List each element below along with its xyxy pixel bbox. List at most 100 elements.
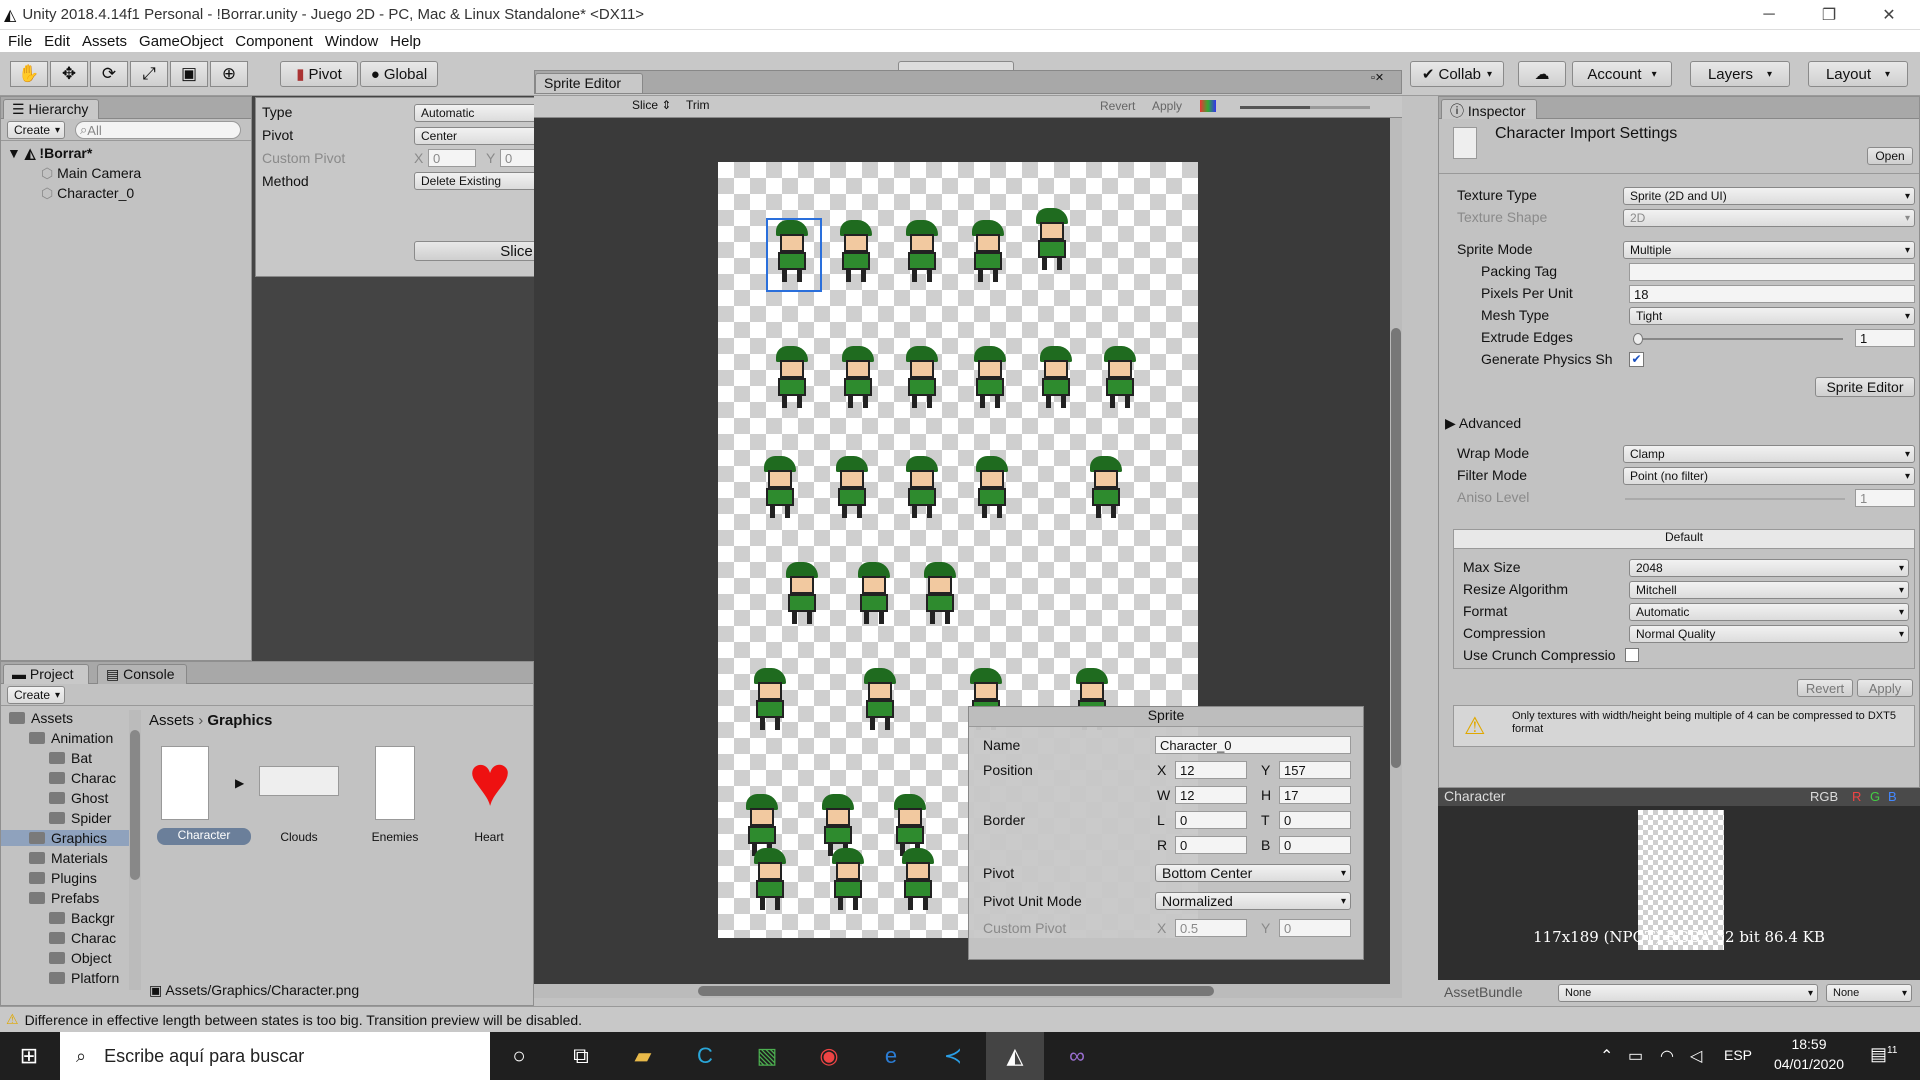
vscode-icon[interactable]: ≺ [924,1032,982,1080]
sprite-name-field[interactable]: Character_0 [1155,736,1351,754]
battery-icon[interactable]: ▭ [1628,1046,1643,1066]
sprite-pivot-dropdown[interactable]: Bottom Center [1155,864,1351,882]
character-sprite[interactable] [740,794,784,856]
vertical-scrollbar[interactable] [1390,118,1402,984]
horizontal-scrollbar[interactable] [534,984,1402,998]
windows-start-icon[interactable]: ⊞ [0,1032,58,1080]
platform-default-tab[interactable]: Default [1453,529,1915,549]
apply-button[interactable]: Apply [1152,99,1182,113]
asset-thumb-character[interactable] [161,746,209,820]
character-sprite[interactable] [1030,208,1074,270]
notification-icon[interactable]: ▤11 [1870,1044,1897,1065]
menu-edit[interactable]: Edit [44,33,70,50]
menu-help[interactable]: Help [390,33,421,50]
pivot-toggle[interactable]: ▮ Pivot [280,61,358,87]
texture-shape-dropdown[interactable]: 2D [1623,209,1915,227]
collab-button[interactable]: ✔ Collab ▾ [1410,61,1504,87]
menu-gameobject[interactable]: GameObject [139,33,223,50]
max-size-dropdown[interactable]: 2048 [1629,559,1909,577]
variant-dropdown[interactable]: None [1826,984,1912,1002]
task-view-icon[interactable]: ⧉ [552,1032,610,1080]
window-controls-icon[interactable]: ▫✕ [1371,71,1384,84]
format-dropdown[interactable]: Automatic [1629,603,1909,621]
character-sprite[interactable] [758,456,802,518]
menu-assets[interactable]: Assets [82,33,127,50]
project-tree-item[interactable]: Spider [49,810,111,826]
position-x-field[interactable]: 12 [1175,761,1247,779]
character-sprite[interactable] [900,220,944,282]
volume-icon[interactable]: ◁ [1690,1046,1702,1066]
channel-rgb[interactable]: RGB [1810,789,1838,804]
project-tree-item[interactable]: Charac [49,770,116,786]
hierarchy-search-input[interactable]: ⌕ All [75,121,241,139]
character-sprite[interactable] [836,346,880,408]
tab-sprite-editor[interactable]: Sprite Editor [535,73,643,93]
edge-icon[interactable]: e [862,1032,920,1080]
character-sprite[interactable] [826,848,870,910]
slice-menu[interactable]: Slice ⇕ [632,98,671,112]
asset-label-character[interactable]: Character [157,828,251,845]
border-t-field[interactable]: 0 [1279,811,1351,829]
inspector-apply-button[interactable]: Apply [1857,679,1913,697]
crunch-checkbox[interactable] [1625,648,1639,662]
rect-tool-icon[interactable]: ▣ [170,61,208,87]
menu-window[interactable]: Window [325,33,378,50]
compression-dropdown[interactable]: Normal Quality [1629,625,1909,643]
character-sprite[interactable] [888,794,932,856]
cortana-icon[interactable]: ○ [490,1032,548,1080]
selected-sprite-rect[interactable] [766,218,822,292]
zoom-slider[interactable] [1240,106,1310,109]
color-channel-icon[interactable] [1200,100,1216,112]
menu-file[interactable]: File [8,33,32,50]
character-sprite[interactable] [816,794,860,856]
expand-icon[interactable]: ▶ [235,776,244,790]
asset-thumb-heart[interactable]: ♥ [455,745,525,817]
visual-studio-icon[interactable]: ∞ [1048,1032,1106,1080]
character-sprite[interactable] [834,220,878,282]
resize-dropdown[interactable]: Mitchell [1629,581,1909,599]
position-y-field[interactable]: 157 [1279,761,1351,779]
character-sprite[interactable] [970,456,1014,518]
tab-hierarchy[interactable]: ☰ Hierarchy [3,99,99,119]
character-sprite[interactable] [770,346,814,408]
wifi-icon[interactable]: ◠ [1660,1046,1674,1066]
scene-root[interactable]: ▼ ◭ !Borrar* [7,145,92,162]
character-sprite[interactable] [1084,456,1128,518]
character-sprite[interactable] [900,456,944,518]
move-tool-icon[interactable]: ✥ [50,61,88,87]
project-tree-item[interactable]: Charac [49,930,116,946]
minimize-button[interactable]: ─ [1740,0,1798,30]
size-w-field[interactable]: 12 [1175,786,1247,804]
cloud-button[interactable]: ☁ [1518,61,1566,87]
layers-dropdown[interactable]: Layers ▾ [1690,61,1790,87]
character-sprite[interactable] [830,456,874,518]
project-tree-item[interactable]: Ghost [49,790,108,806]
hierarchy-item-main-camera[interactable]: ⬡ Main Camera [41,165,141,182]
project-create-button[interactable]: Create [7,686,65,704]
wrap-dropdown[interactable]: Clamp [1623,445,1915,463]
breadcrumb-graphics[interactable]: Graphics [207,712,272,729]
tray-chevron-icon[interactable]: ⌃ [1600,1046,1613,1066]
aniso-field[interactable]: 1 [1855,489,1915,507]
language-indicator[interactable]: ESP [1724,1047,1752,1063]
ppu-field[interactable]: 18 [1629,285,1915,303]
character-sprite[interactable] [780,562,824,624]
character-sprite[interactable] [900,346,944,408]
close-button[interactable]: ✕ [1860,0,1918,30]
character-sprite[interactable] [748,848,792,910]
border-l-field[interactable]: 0 [1175,811,1247,829]
project-tree-item[interactable]: Object [49,950,111,966]
character-sprite[interactable] [1034,346,1078,408]
transform-tool-icon[interactable]: ⊕ [210,61,248,87]
tab-console[interactable]: ▤ Console [97,664,187,684]
open-button[interactable]: Open [1867,147,1913,165]
menu-component[interactable]: Component [235,33,313,50]
image-app-icon[interactable]: ▧ [738,1032,796,1080]
hierarchy-create-button[interactable]: Create [7,121,65,139]
mesh-type-dropdown[interactable]: Tight [1629,307,1915,325]
project-tree-item[interactable]: Backgr [49,910,115,926]
rotate-tool-icon[interactable]: ⟳ [90,61,128,87]
clock-time[interactable]: 18:59 [1764,1036,1854,1052]
breadcrumb-assets[interactable]: Assets [149,712,194,729]
clock-date[interactable]: 04/01/2020 [1764,1056,1854,1072]
